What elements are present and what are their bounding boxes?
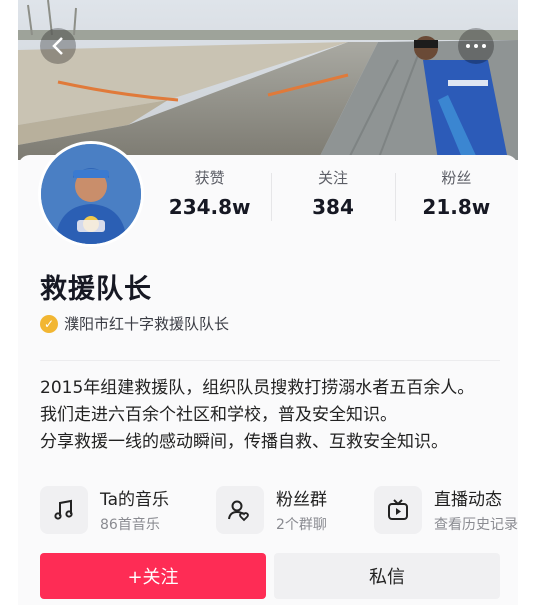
music-note-icon <box>40 485 88 534</box>
stat-label: 粉丝 <box>441 169 472 187</box>
more-dot-icon <box>466 44 470 48</box>
shortcut-fan-group[interactable]: 粉丝群 2个群聊 <box>216 485 327 534</box>
profile-stats: 获赞 234.8w 关注 384 粉丝 21.8w <box>148 167 518 221</box>
profile-banner-image <box>18 0 518 160</box>
avatar[interactable] <box>38 141 144 247</box>
stat-label: 获赞 <box>194 169 225 187</box>
profile-bio: 2015年组建救援队，组织队员搜救打捞溺水者五百余人。 我们走进六百余个社区和学… <box>40 375 474 456</box>
profile-page: 获赞 234.8w 关注 384 粉丝 21.8w 救援队长 ✓ 濮阳市红十字救… <box>18 0 518 605</box>
shortcut-subtitle: 查看历史记录 <box>434 517 518 533</box>
stat-label: 关注 <box>317 169 348 187</box>
profile-shortcuts: Ta的音乐 86首音乐 粉丝群 2个群聊 直播动态 查看历史记录 <box>40 485 518 535</box>
verified-badge-icon: ✓ <box>40 314 58 333</box>
message-button[interactable]: 私信 <box>274 553 500 599</box>
stat-followers[interactable]: 粉丝 21.8w <box>394 167 518 221</box>
profile-card: 获赞 234.8w 关注 384 粉丝 21.8w 救援队长 ✓ 濮阳市红十字救… <box>18 141 518 605</box>
follow-button[interactable]: +关注 <box>40 553 266 599</box>
shortcut-title: 粉丝群 <box>276 490 327 510</box>
verification-line: ✓ 濮阳市红十字救援队队长 <box>40 313 229 334</box>
stat-value: 21.8w <box>422 195 491 219</box>
stat-value: 384 <box>312 195 354 219</box>
shortcut-title: 直播动态 <box>434 490 502 510</box>
more-dot-icon <box>482 44 486 48</box>
stat-following[interactable]: 关注 384 <box>271 167 394 221</box>
back-button[interactable] <box>40 28 76 64</box>
live-tv-icon <box>374 485 422 534</box>
stat-likes[interactable]: 获赞 234.8w <box>148 167 271 219</box>
divider <box>40 360 500 361</box>
shortcut-subtitle: 2个群聊 <box>276 517 327 533</box>
group-chat-icon <box>216 485 264 534</box>
more-options-button[interactable] <box>458 28 494 64</box>
profile-name: 救援队长 <box>40 274 152 305</box>
chevron-left-icon <box>52 37 63 55</box>
shortcut-title: Ta的音乐 <box>100 490 169 510</box>
shortcut-music[interactable]: Ta的音乐 86首音乐 <box>40 485 169 534</box>
bio-line: 2015年组建救援队，组织队员搜救打捞溺水者五百余人。 <box>40 378 475 398</box>
shortcut-subtitle: 86首音乐 <box>100 517 160 533</box>
shortcut-live-history[interactable]: 直播动态 查看历史记录 <box>374 485 518 534</box>
bio-line: 我们走进六百余个社区和学校，普及安全知识。 <box>40 405 397 425</box>
bio-line: 分享救援一线的感动瞬间，传播自救、互救安全知识。 <box>40 432 448 452</box>
verification-text: 濮阳市红十字救援队队长 <box>64 315 230 333</box>
more-dot-icon <box>474 44 478 48</box>
avatar-image <box>41 144 141 244</box>
stat-value: 234.8w <box>168 195 251 219</box>
